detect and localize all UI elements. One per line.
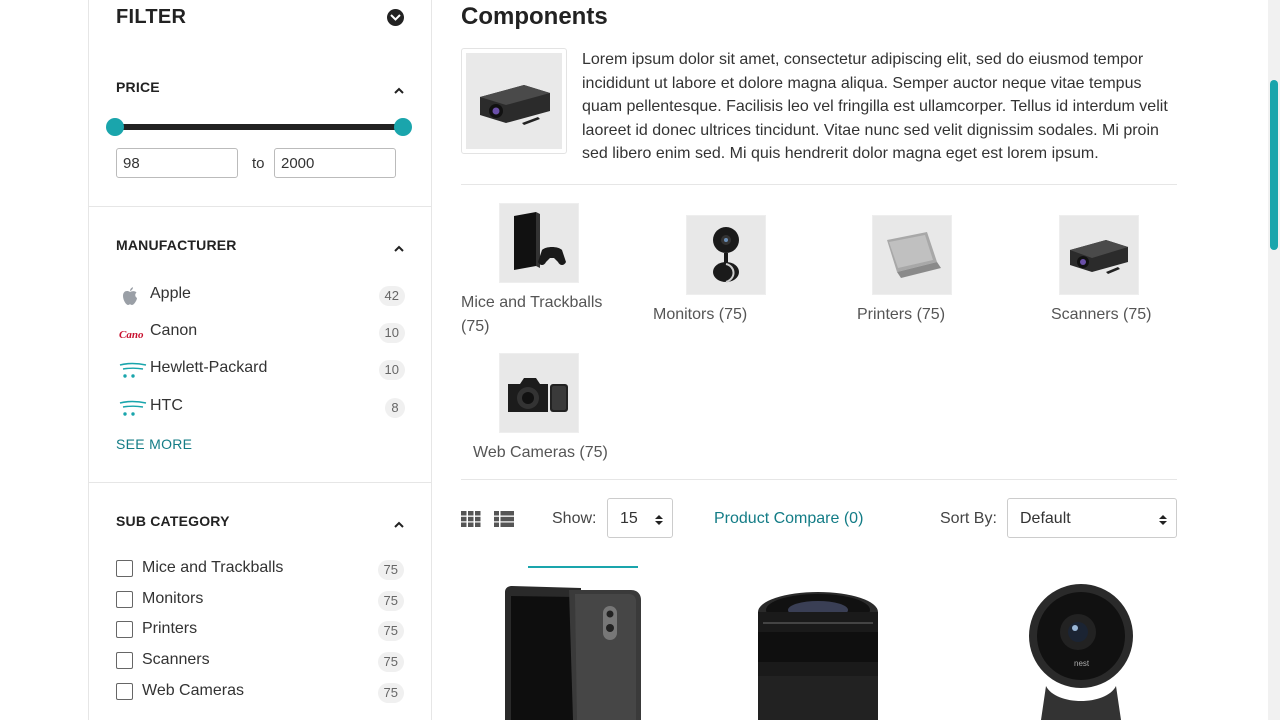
grid-view-icon[interactable]: [461, 511, 481, 532]
svg-text:nest: nest: [1074, 659, 1090, 668]
manufacturer-item-canon[interactable]: Cano Canon 10: [119, 320, 405, 344]
price-min-input[interactable]: [116, 148, 238, 178]
game-console-image: [499, 203, 579, 283]
sort-by-select[interactable]: Default: [1007, 498, 1177, 538]
category-tile-printers[interactable]: Printers (75): [833, 215, 993, 330]
sub-category-collapse-icon[interactable]: [394, 516, 404, 528]
price-max-input[interactable]: [274, 148, 396, 178]
sub-category-item-mice[interactable]: Mice and Trackballs 75: [116, 557, 404, 581]
projector-image: [466, 53, 562, 149]
camera-lens-image: [758, 592, 878, 720]
sort-by-value: Default: [1020, 510, 1071, 527]
sub-category-item-web-cameras[interactable]: Web Cameras 75: [116, 680, 404, 704]
category-hero-image: [461, 48, 567, 154]
sub-category-count: 75: [377, 560, 404, 580]
show-count-select[interactable]: 15: [607, 498, 673, 538]
manufacturer-item-hewlett-packard[interactable]: Hewlett-Packard 10: [119, 357, 405, 381]
cart-logo-icon: [119, 359, 147, 381]
sub-category-section-title: SUB CATEGORY: [116, 513, 230, 529]
sub-category-count: 75: [377, 591, 404, 611]
category-label: Web Cameras (75): [473, 444, 608, 461]
sub-category-count: 75: [377, 683, 404, 703]
category-label: Printers (75): [857, 306, 946, 323]
sub-category-checkbox[interactable]: [116, 621, 133, 638]
smartphone-image: [505, 566, 641, 720]
filter-header: FILTER: [116, 6, 404, 34]
sub-category-checkbox[interactable]: [116, 591, 133, 608]
sub-category-name: Scanners: [142, 651, 210, 668]
category-label: Scanners (75): [1051, 306, 1152, 323]
product-card[interactable]: nest: [986, 566, 1176, 720]
category-description: Lorem ipsum dolor sit amet, consectetur …: [582, 51, 1168, 162]
sub-category-count: 75: [377, 652, 404, 672]
product-compare-link[interactable]: Product Compare (0): [714, 510, 863, 528]
see-more-link[interactable]: SEE MORE: [116, 436, 192, 452]
sub-category-count: 75: [377, 621, 404, 641]
manufacturer-section-title: MANUFACTURER: [116, 237, 237, 253]
sub-category-checkbox[interactable]: [116, 560, 133, 577]
manufacturer-name: HTC: [150, 397, 183, 414]
svg-text:Cano: Cano: [119, 329, 144, 341]
main-content: Components Lorem ipsum dolor sit amet, c…: [461, 0, 1177, 720]
price-section-title: PRICE: [116, 79, 160, 95]
manufacturer-count: 8: [385, 398, 405, 418]
manufacturer-count: 42: [378, 286, 405, 306]
apple-logo-icon: [119, 285, 143, 307]
cart-logo-icon: [119, 397, 147, 419]
sub-category-name: Mice and Trackballs: [142, 559, 284, 576]
select-arrows-icon: [655, 513, 663, 531]
category-tile-monitors[interactable]: Monitors (75): [647, 215, 807, 330]
content-divider: [461, 479, 1177, 480]
sub-category-checkbox[interactable]: [116, 683, 133, 700]
manufacturer-count: 10: [378, 323, 405, 343]
content-divider: [461, 184, 1177, 185]
sub-category-name: Monitors: [142, 590, 204, 607]
page-title: Components: [461, 3, 608, 30]
price-min-handle[interactable]: [106, 118, 124, 136]
manufacturer-name: Hewlett-Packard: [150, 359, 268, 376]
sort-by-label: Sort By:: [940, 510, 997, 527]
sub-category-item-scanners[interactable]: Scanners 75: [116, 649, 404, 673]
category-tile-mice[interactable]: Mice and Trackballs (75): [461, 203, 621, 339]
manufacturer-item-htc[interactable]: HTC 8: [119, 395, 405, 419]
sub-category-name: Printers: [142, 620, 198, 637]
manufacturer-collapse-icon[interactable]: [394, 240, 404, 252]
price-to-label: to: [252, 155, 265, 172]
product-card[interactable]: [481, 566, 671, 720]
price-slider-track[interactable]: [116, 124, 404, 130]
dslr-camera-image: [499, 353, 579, 433]
manufacturer-name: Apple: [150, 285, 191, 302]
security-camera-image: [686, 215, 766, 295]
list-view-icon[interactable]: [494, 511, 514, 532]
category-label: Mice and Trackballs (75): [461, 294, 603, 335]
section-divider: [89, 206, 431, 207]
show-label: Show:: [552, 510, 597, 527]
category-label: Monitors (75): [653, 306, 748, 323]
projector-image: [1059, 215, 1139, 295]
laptop-image: [872, 215, 952, 295]
category-tile-web-cameras[interactable]: Web Cameras (75): [461, 353, 621, 468]
filter-collapse-icon[interactable]: [387, 9, 404, 26]
sub-category-name: Web Cameras: [142, 682, 244, 699]
manufacturer-count: 10: [378, 360, 405, 380]
home-camera-image: nest: [1029, 584, 1133, 720]
sub-category-item-printers[interactable]: Printers 75: [116, 618, 404, 642]
manufacturer-name: Canon: [150, 322, 198, 339]
select-arrows-icon: [1159, 513, 1167, 531]
filter-sidebar: FILTER PRICE to MANUFACTURER Apple 42 Ca…: [88, 0, 432, 720]
price-max-handle[interactable]: [394, 118, 412, 136]
sub-category-checkbox[interactable]: [116, 652, 133, 669]
manufacturer-item-apple[interactable]: Apple 42: [119, 283, 405, 307]
filter-title: FILTER: [116, 6, 187, 28]
section-divider: [89, 482, 431, 483]
price-collapse-icon[interactable]: [394, 82, 404, 94]
sub-category-item-monitors[interactable]: Monitors 75: [116, 588, 404, 612]
product-card[interactable]: [723, 566, 913, 720]
scrollbar-thumb[interactable]: [1270, 80, 1278, 250]
canon-logo-icon: Cano: [119, 322, 144, 344]
category-tile-scanners[interactable]: Scanners (75): [1019, 215, 1179, 330]
page-scrollbar[interactable]: [1268, 0, 1280, 720]
show-count-value: 15: [620, 510, 638, 527]
